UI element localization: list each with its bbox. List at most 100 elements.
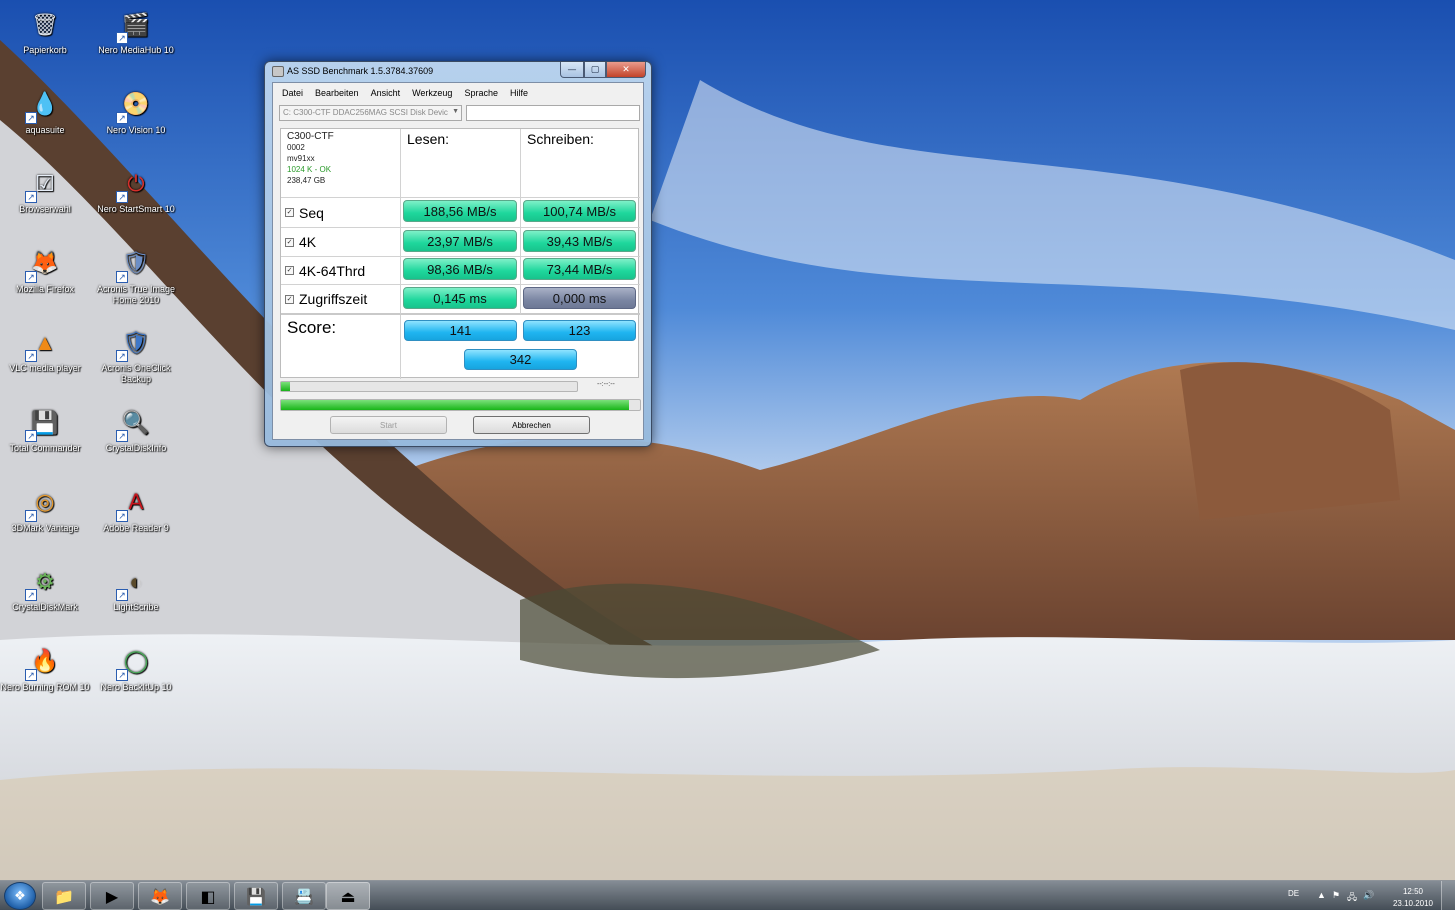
desktop-icon-acronis-oneclick[interactable]: 🛡 ↗ Acronis OneClick Backup [91, 324, 181, 385]
crystaldiskmark-icon: ⚙ ↗ [25, 563, 63, 602]
desktop-icon-label: aquasuite [25, 124, 65, 135]
nero-mediahub-icon: 🎬 ↗ [116, 6, 154, 44]
desktop-icon-label: Acronis OneClick Backup [101, 363, 171, 385]
seq-read-value: 188,56 MB/s [403, 200, 517, 222]
4k-checkbox[interactable]: ✓ [285, 237, 294, 247]
volume-icon[interactable]: 🔊 [1363, 890, 1374, 901]
task-app6[interactable]: 📇 [282, 882, 326, 910]
close-button[interactable]: ✕ [606, 62, 646, 78]
access-checkbox[interactable]: ✓ [285, 294, 294, 304]
floppy-icon: 💾 [246, 886, 266, 906]
show-hidden-icons-icon[interactable]: ▲ [1317, 890, 1326, 900]
4k-write-value: 39,43 MB/s [523, 230, 636, 252]
desktop-icon-total-commander[interactable]: 💾 ↗ Total Commander [0, 404, 90, 454]
drive-model: C300-CTF [287, 131, 334, 142]
window-title: AS SSD Benchmark 1.5.3784.37609 [287, 66, 434, 76]
desktop-icon-nero-mediahub[interactable]: 🎬 ↗ Nero MediaHub 10 [91, 6, 181, 56]
test-progress-bar [280, 381, 578, 392]
drive-toolbar: C: C300-CTF DDAC256MAG SCSI Disk Devic ▼ [273, 103, 643, 127]
3dmark-vantage-icon: ◎ ↗ [25, 484, 63, 522]
desktop-icon-nero-vision[interactable]: 📀 ↗ Nero Vision 10 [91, 86, 181, 136]
row-seq-label: Seq [299, 204, 324, 221]
folder-icon: 📁 [54, 886, 74, 906]
desktop-icon-acronis-true-image[interactable]: 🛡 ↗ Acronis True Image Home 2010 [91, 245, 181, 306]
desktop-icon-nero-burning-rom[interactable]: 🔥 ↗ Nero Burning ROM 10 [0, 643, 90, 693]
access-write-value: 0,000 ms [523, 287, 636, 309]
windows-logo-icon: ❖ [14, 888, 26, 904]
desktop-icon-label: Nero BackItUp 10 [100, 681, 172, 692]
lightscribe-icon: ◐ ↗ [116, 563, 154, 602]
row-4k[interactable]: ✓ 4K [281, 228, 401, 257]
desktop-icon-label: 3DMark Vantage [11, 522, 79, 533]
desktop-icon-label: Browserwahl [19, 204, 71, 215]
row-4k64[interactable]: ✓ 4K-64Thrd [281, 257, 401, 285]
maximize-button[interactable]: ▢ [584, 62, 606, 78]
task-as-ssd[interactable]: ⏏ [326, 882, 370, 910]
seq-checkbox[interactable]: ✓ [285, 208, 294, 217]
menu-datei[interactable]: Datei [276, 88, 309, 98]
4k64-checkbox[interactable]: ✓ [285, 266, 294, 275]
language-indicator[interactable]: DE [1288, 889, 1299, 898]
desktop-icon-label: Mozilla Firefox [15, 283, 74, 294]
window-client: Datei Bearbeiten Ansicht Werkzeug Sprach… [272, 82, 644, 440]
task-firefox[interactable]: 🦊 [138, 882, 182, 910]
desktop-wallpaper [0, 0, 1455, 880]
desktop-icon-lightscribe[interactable]: ◐ ↗ LightScribe [91, 563, 181, 613]
desktop-icon-crystaldiskinfo[interactable]: 🔍 ↗ CrystalDiskInfo [91, 404, 181, 454]
desktop-icon-vlc[interactable]: ▲ ↗ VLC media player [0, 324, 90, 374]
desktop-icon-nero-startsmart[interactable]: ⏻ ↗ Nero StartSmart 10 [91, 165, 181, 215]
action-center-flag-icon[interactable]: ⚑ [1332, 890, 1340, 901]
shortcut-arrow-icon: ↗ [25, 270, 37, 283]
app-icon [272, 66, 284, 77]
task-total-commander[interactable]: 💾 [234, 882, 278, 910]
recycle-bin-icon: 🗑 [31, 11, 59, 37]
shortcut-arrow-icon: ↗ [116, 350, 128, 363]
task-app4[interactable]: ◧ [186, 882, 230, 910]
as-ssd-window[interactable]: AS SSD Benchmark 1.5.3784.37609 — ▢ ✕ Da… [264, 61, 652, 447]
row-seq[interactable]: ✓ Seq [281, 198, 401, 228]
desktop-icon-3dmark-vantage[interactable]: ◎ ↗ 3DMark Vantage [0, 484, 90, 534]
media-player-icon: ▶ [105, 886, 119, 906]
clock[interactable]: 12:50 23.10.2010 [1393, 886, 1433, 910]
title-bar[interactable]: AS SSD Benchmark 1.5.3784.37609 — ▢ ✕ [265, 62, 651, 82]
show-desktop-button[interactable] [1441, 881, 1455, 910]
adobe-reader-icon: A ↗ [116, 484, 154, 522]
acronis-oneclick-icon: 🛡 ↗ [116, 324, 154, 363]
menu-werkzeug[interactable]: Werkzeug [406, 88, 458, 98]
start-button-orb[interactable]: ❖ [4, 882, 36, 910]
desktop-icon-browserwahl[interactable]: ☑ ↗ Browserwahl [0, 165, 90, 215]
shortcut-arrow-icon: ↗ [25, 589, 37, 602]
desktop-icon-label: CrystalDiskMark [12, 602, 78, 613]
row-4k64-label: 4K-64Thrd [299, 262, 366, 279]
menu-hilfe[interactable]: Hilfe [504, 88, 534, 98]
4k64-read-value: 98,36 MB/s [403, 258, 517, 280]
abort-button[interactable]: Abbrechen [473, 416, 590, 434]
row-access[interactable]: ✓ Zugriffszeit [281, 285, 401, 315]
4k64-write-value: 73,44 MB/s [523, 258, 636, 280]
firefox-icon: 🦊 [150, 886, 170, 906]
score-write-value: 123 [523, 320, 636, 341]
menu-bearbeiten[interactable]: Bearbeiten [309, 88, 365, 98]
menu-sprache[interactable]: Sprache [458, 88, 504, 98]
desktop-icon-aquasuite[interactable]: 💧 ↗ aquasuite [0, 86, 90, 136]
nero-vision-icon: 📀 ↗ [116, 86, 154, 124]
desktop-icon-adobe-reader[interactable]: A ↗ Adobe Reader 9 [91, 484, 181, 534]
access-read-value: 0,145 ms [403, 287, 517, 309]
desktop-icon-recycle-bin[interactable]: 🗑 Papierkorb [0, 6, 90, 56]
desktop-icon-crystaldiskmark[interactable]: ⚙ ↗ CrystalDiskMark [0, 563, 90, 613]
read-header: Lesen: [401, 129, 521, 198]
menu-ansicht[interactable]: Ansicht [365, 88, 407, 98]
chevron-down-icon: ▼ [452, 108, 459, 115]
task-explorer[interactable]: 📁 [42, 882, 86, 910]
drive-select[interactable]: C: C300-CTF DDAC256MAG SCSI Disk Devic ▼ [279, 105, 462, 121]
desktop-icon-nero-backitup[interactable]: ◯ ↗ Nero BackItUp 10 [91, 643, 181, 693]
desktop-icon-firefox[interactable]: 🦊 ↗ Mozilla Firefox [0, 245, 90, 295]
start-button[interactable]: Start [330, 416, 447, 434]
network-icon[interactable]: 🖧 [1347, 890, 1357, 906]
minimize-button[interactable]: — [560, 62, 584, 78]
row-access-label: Zugriffszeit [299, 291, 368, 307]
drive-driver: mv91xx [287, 154, 315, 163]
desktop-icon-label: Nero Vision 10 [106, 124, 166, 135]
task-media-player[interactable]: ▶ [90, 882, 134, 910]
drive-firmware: 0002 [287, 143, 305, 152]
